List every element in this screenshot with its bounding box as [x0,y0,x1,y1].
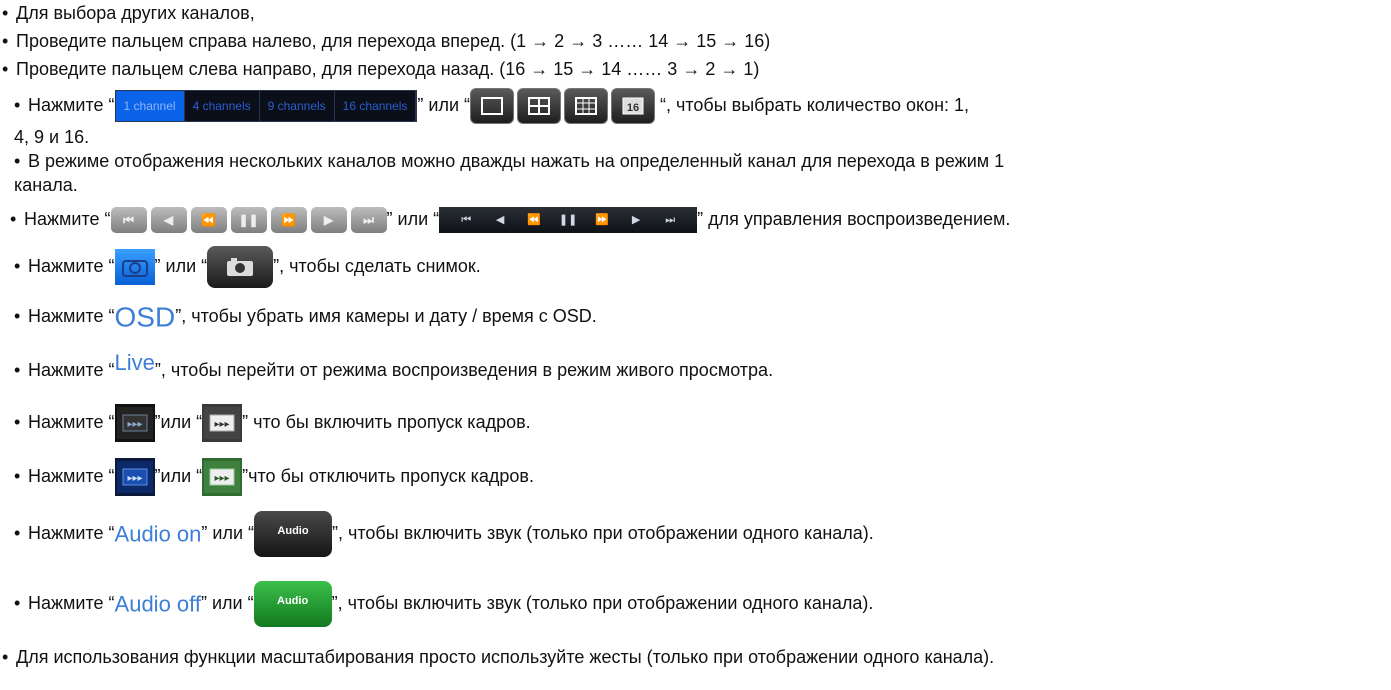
bullet-line-9: • Нажмите “Live”, чтобы перейти от режима… [14,350,774,380]
audio-off-green-button[interactable]: Audio [253,581,332,628]
skip-to-end-icon[interactable]: ⏭ [653,207,687,233]
text: Проведите пальцем справа налево, для пер… [16,31,771,51]
osd-button[interactable]: OSD [115,301,176,332]
rewind-icon[interactable]: ⏪ [517,207,551,233]
frame-skip-off-green-icon[interactable]: ▸▸▸ [202,458,243,497]
bullet-line-3: • Проведите пальцем слева направо, для пе… [2,59,760,79]
fast-forward-icon[interactable]: ⏩ [270,207,307,234]
fast-forward-icon[interactable]: ⏩ [585,207,619,233]
bullet-line-11: • Нажмите “▸▸▸ ”или “▸▸▸ ”что бы отключить … [14,454,534,498]
frame-skip-on-gray-icon[interactable]: ▸▸▸ [202,404,243,443]
bullet-line-14: • Для использования функции масштабирован… [2,647,995,667]
bullet-line-4: • Нажмите “1 channel 4 channels 9 channels 1… [14,88,969,125]
tab-4-channels[interactable]: 4 channels [185,91,260,122]
text: Для выбора других каналов, [16,3,255,23]
playback-buttons-gray: ⏮ ◀ ⏪ ❚❚ ⏩ ▶ ⏭ [110,207,387,234]
skip-to-start-icon[interactable]: ⏮ [449,207,483,233]
bullet-line-2: • Проведите пальцем справа налево, для пе… [2,31,771,51]
bullet-line-10: • Нажмите “▸▸▸ ”или “▸▸▸” что бы включить … [14,400,531,444]
snapshot-camera-dark-icon[interactable] [207,246,274,289]
step-back-icon[interactable]: ◀ [483,207,517,233]
playback-buttons-dark: ⏮ ◀ ⏪ ❚❚ ⏩ ▶ ⏭ [439,207,698,234]
bullet-line-7: • Нажмите “” или “”, чтобы сделать снимок… [14,244,481,289]
svg-text:▸▸▸: ▸▸▸ [127,473,142,484]
skip-to-start-icon[interactable]: ⏮ [110,207,147,234]
bullet-line-1: • Для выбора других каналов, [2,3,255,23]
svg-text:▸▸▸: ▸▸▸ [215,473,230,484]
grid-icons: 16 [470,88,655,125]
rewind-icon[interactable]: ⏪ [190,207,227,234]
live-button[interactable]: Live [115,350,155,375]
step-back-icon[interactable]: ◀ [150,207,187,234]
snapshot-camera-blue-icon[interactable] [114,249,155,286]
svg-text:▸▸▸: ▸▸▸ [215,419,230,430]
channel-tabs: 1 channel 4 channels 9 channels 16 channels [114,90,418,123]
pause-icon[interactable]: ❚❚ [230,207,267,234]
bullet-line-5-cont: канала. [14,175,78,195]
frame-skip-on-dark-icon[interactable]: ▸▸▸ [114,404,155,443]
tab-9-channels[interactable]: 9 channels [260,91,335,122]
grid-16-label: 16 [627,102,639,114]
pause-icon[interactable]: ❚❚ [551,207,585,233]
frame-skip-off-blue-icon[interactable]: ▸▸▸ [114,458,155,497]
step-forward-icon[interactable]: ▶ [310,207,347,234]
grid-9-icon[interactable] [564,88,608,125]
grid-4-icon[interactable] [517,88,561,125]
svg-text:▸▸▸: ▸▸▸ [127,419,142,430]
bullet-line-6: • Нажмите “ ⏮ ◀ ⏪ ❚❚ ⏩ ▶ ⏭ ” или “ ⏮ ◀ ⏪ … [10,204,1010,234]
audio-on-button[interactable]: Audio on [115,521,202,546]
step-forward-icon[interactable]: ▶ [619,207,653,233]
grid-1-icon[interactable] [470,88,514,125]
bullet-line-4-cont: 4, 9 и 16. [14,127,90,147]
grid-16-icon[interactable]: 16 [611,88,655,125]
text: Проведите пальцем слева направо, для пер… [16,59,760,79]
audio-off-button[interactable]: Audio off [115,591,201,616]
bullet-line-8: • Нажмите “OSD”, чтобы убрать имя камеры … [14,301,597,333]
bullet-line-12: • Нажмите “Audio on” или “Audio”, чтобы в… [14,508,874,559]
tab-1-channel[interactable]: 1 channel [115,91,185,122]
audio-on-dark-button[interactable]: Audio [254,511,332,558]
tab-16-channels[interactable]: 16 channels [335,91,417,122]
bullet-line-13: • Нажмите “Audio off” или “Audio”, чтобы … [14,578,873,629]
bullet-line-5: • В режиме отображения нескольких каналов… [14,151,1005,171]
skip-to-end-icon[interactable]: ⏭ [350,207,387,234]
